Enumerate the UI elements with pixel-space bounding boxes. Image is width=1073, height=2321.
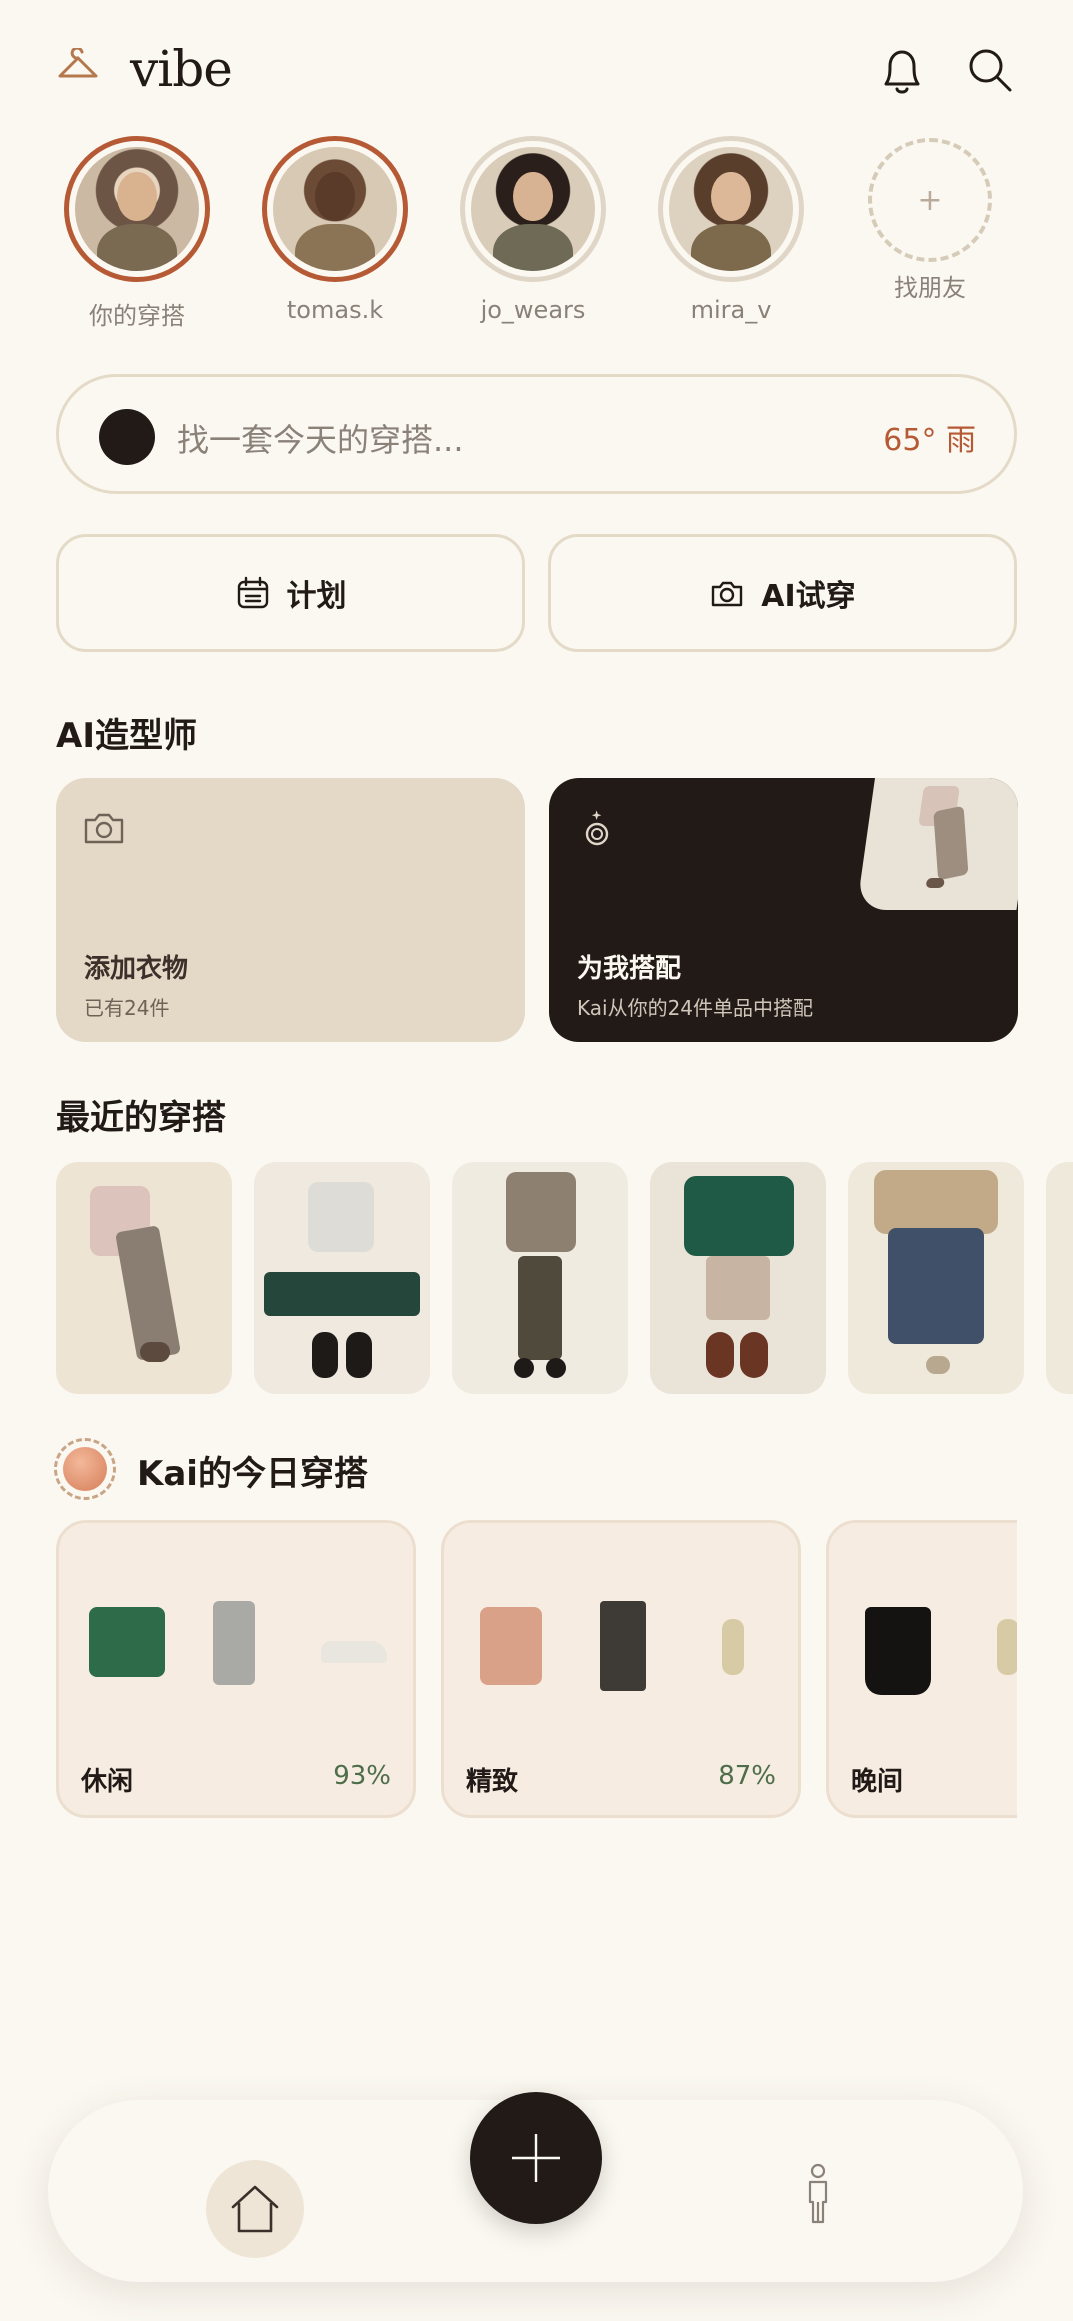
recent-outfits-list — [56, 1162, 1073, 1394]
avatar — [471, 147, 595, 271]
add-clothes-subtitle: 已有24件 — [84, 996, 170, 1020]
outfit-preview-image — [856, 778, 1018, 910]
weather-badge: 65° 雨 — [883, 423, 976, 458]
story-ring — [460, 136, 606, 282]
plus-icon — [512, 2134, 560, 2182]
story-label: jo_wears — [480, 296, 586, 324]
home-icon — [231, 2185, 279, 2233]
ai-tryon-button[interactable]: AI试穿 — [548, 534, 1017, 652]
kai-card-title: 休闲 — [81, 1767, 134, 1797]
camera-icon — [84, 813, 124, 844]
add-outfit-button[interactable] — [470, 2092, 602, 2224]
add-friend-button[interactable]: + — [868, 138, 992, 262]
calendar-icon — [237, 576, 268, 609]
kai-card-title: 晚间 — [851, 1767, 904, 1797]
recent-outfit-card[interactable] — [1046, 1162, 1073, 1394]
recent-outfit-card[interactable] — [848, 1162, 1024, 1394]
recent-section-title: 最近的穿搭 — [56, 1098, 226, 1138]
story-own[interactable]: 你的穿搭 — [57, 136, 217, 331]
add-clothes-title: 添加衣物 — [84, 954, 189, 984]
stylist-section-title: AI造型师 — [56, 716, 197, 756]
kai-outfit-card-casual[interactable]: 休闲 93% — [56, 1520, 416, 1818]
avatar — [669, 147, 793, 271]
home-button[interactable] — [206, 2160, 304, 2258]
search-icon[interactable] — [964, 44, 1016, 98]
story-jo[interactable]: jo_wears — [453, 136, 613, 324]
sparkle-ring-icon — [585, 810, 609, 846]
plan-button[interactable]: 计划 — [56, 534, 525, 652]
plus-icon: + — [917, 182, 943, 218]
person-icon[interactable] — [796, 2162, 840, 2228]
kai-outfit-card-evening[interactable]: 晚间 — [826, 1520, 1017, 1818]
recent-outfit-card[interactable] — [650, 1162, 826, 1394]
story-ring — [64, 136, 210, 282]
style-me-title: 为我搭配 — [577, 954, 682, 984]
style-me-card[interactable]: 为我搭配 Kai从你的24件单品中搭配 — [549, 778, 1018, 1042]
kai-outfits-list: 休闲 93% 精致 87% 晚间 — [56, 1520, 1017, 1820]
match-score: 87% — [718, 1761, 776, 1791]
kai-avatar — [54, 1438, 116, 1500]
outfit-search-bar[interactable]: 找一套今天的穿搭... 65° 雨 — [56, 374, 1017, 494]
camera-icon — [712, 581, 743, 607]
recent-outfit-card[interactable] — [56, 1162, 232, 1394]
kai-dot-icon — [99, 409, 155, 465]
match-score: 93% — [333, 1761, 391, 1791]
kai-section-title: Kai的今日穿搭 — [137, 1454, 368, 1494]
recent-outfit-card[interactable] — [254, 1162, 430, 1394]
story-ring — [262, 136, 408, 282]
avatar — [273, 147, 397, 271]
story-label: 你的穿搭 — [89, 302, 185, 330]
hanger-icon — [58, 48, 98, 78]
kai-card-title: 精致 — [466, 1767, 519, 1797]
story-ring — [658, 136, 804, 282]
story-label: mira_v — [690, 296, 772, 324]
ai-tryon-label: AI试穿 — [761, 579, 856, 614]
app-logo-text: vibe — [130, 40, 233, 98]
style-me-subtitle: Kai从你的24件单品中搭配 — [577, 996, 814, 1020]
plan-label: 计划 — [286, 579, 347, 614]
bell-icon[interactable] — [876, 44, 928, 98]
add-clothes-card[interactable]: 添加衣物 已有24件 — [56, 778, 525, 1042]
kai-outfit-card-refined[interactable]: 精致 87% — [441, 1520, 801, 1818]
search-placeholder: 找一套今天的穿搭... — [177, 421, 464, 459]
story-tomas[interactable]: tomas.k — [255, 136, 415, 324]
story-label: tomas.k — [286, 296, 384, 324]
avatar — [75, 147, 199, 271]
recent-outfit-card[interactable] — [452, 1162, 628, 1394]
story-mira[interactable]: mira_v — [651, 136, 811, 324]
add-friend-label: 找朋友 — [894, 274, 966, 302]
